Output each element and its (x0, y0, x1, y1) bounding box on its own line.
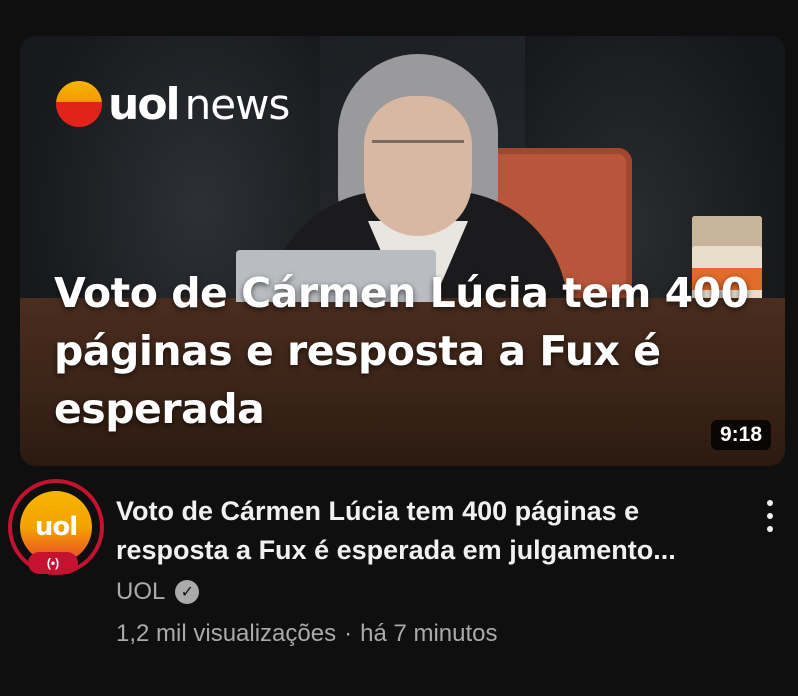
channel-name[interactable]: UOL (116, 578, 165, 606)
video-metadata: Voto de Cármen Lúcia tem 400 páginas e r… (116, 492, 736, 648)
upload-age: há 7 minutos (360, 620, 498, 647)
kebab-dot-icon (767, 500, 773, 506)
uol-news-logo: uol news (56, 76, 291, 132)
channel-row: UOL ✓ (116, 578, 736, 606)
person-glasses (372, 140, 464, 157)
more-options-button[interactable] (756, 496, 784, 536)
logo-product-text: news (184, 79, 291, 129)
verified-check-icon: ✓ (175, 580, 200, 604)
kebab-dot-icon (767, 513, 773, 519)
duration-badge: 9:18 (710, 420, 771, 450)
video-thumbnail[interactable]: uol news Voto de Cármen Lúcia tem 400 pá… (20, 36, 785, 466)
thumbnail-overlay-title: Voto de Cármen Lúcia tem 400 páginas e r… (54, 269, 749, 433)
video-stats: 1,2 mil visualizações · há 7 minutos (116, 620, 736, 648)
person-face (364, 96, 472, 236)
stats-separator: · (344, 620, 353, 647)
view-count: 1,2 mil visualizações (116, 620, 337, 647)
kebab-dot-icon (767, 526, 773, 532)
avatar-brand-text: uol (34, 512, 78, 542)
logo-brand-text: uol (108, 78, 181, 130)
video-title[interactable]: Voto de Cármen Lúcia tem 400 páginas e r… (116, 492, 736, 570)
uol-logo-icon (56, 81, 102, 127)
live-broadcast-icon: (•) (28, 552, 78, 574)
